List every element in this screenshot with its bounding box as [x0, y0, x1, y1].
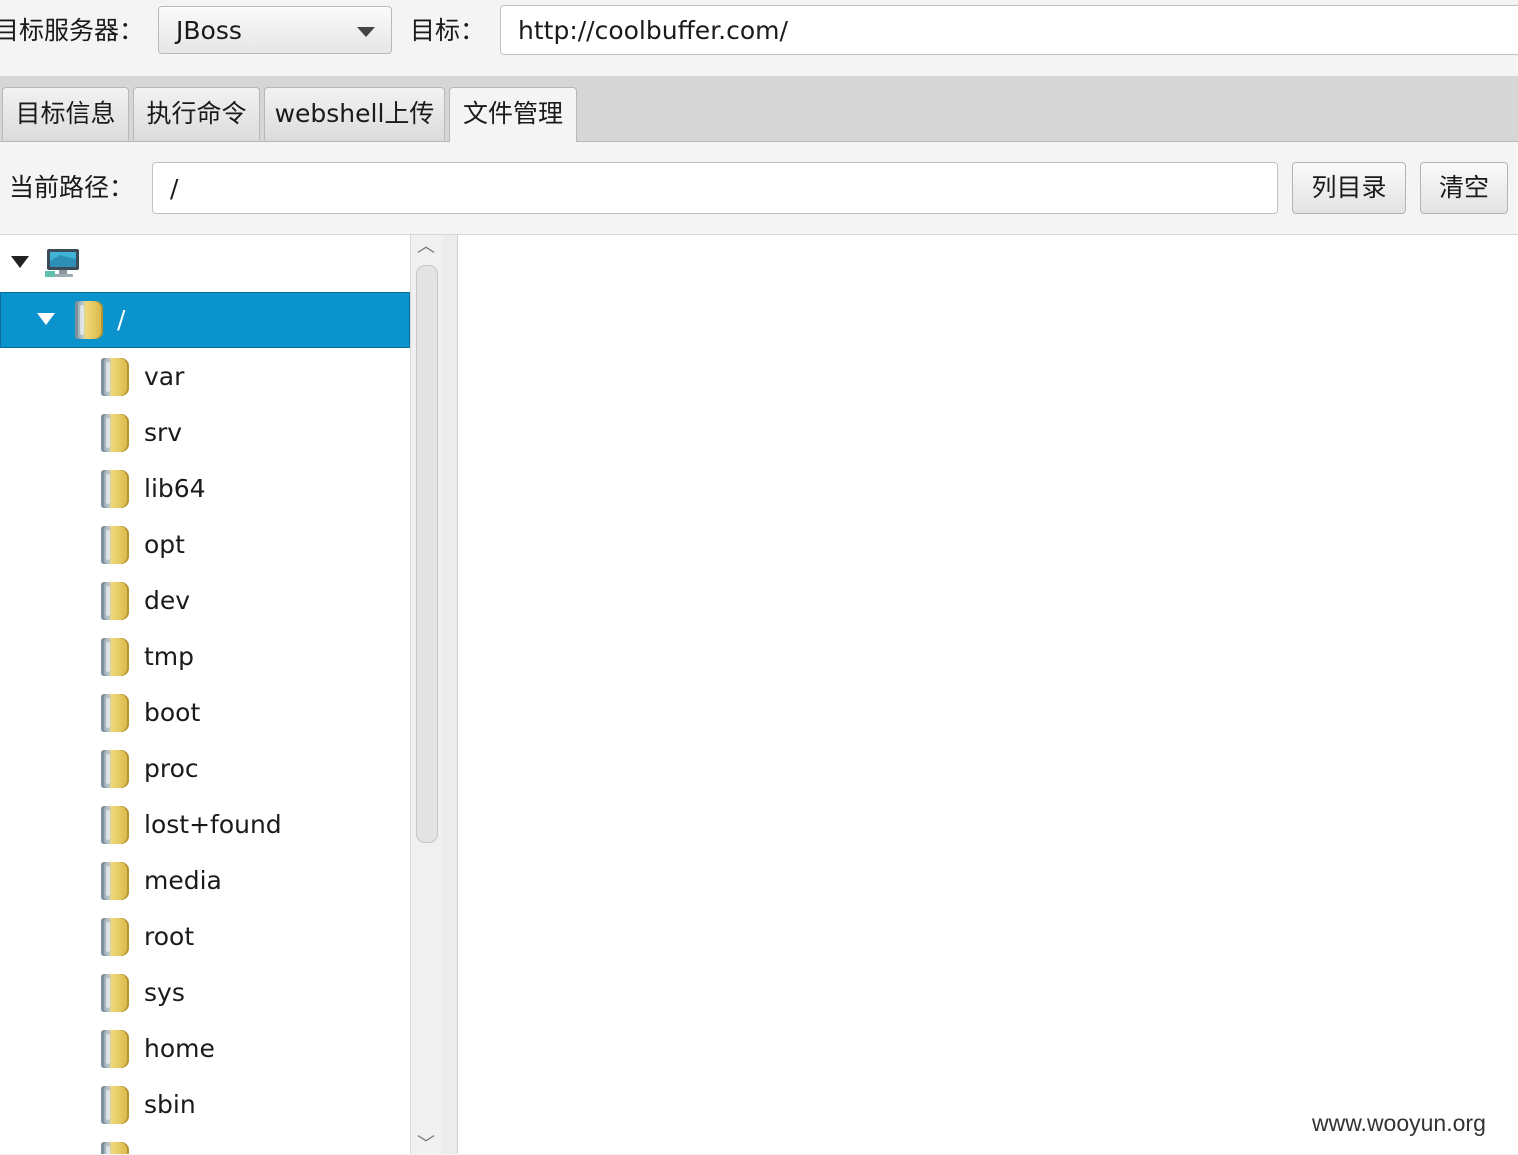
target-label: 目标：: [410, 16, 486, 45]
tab-execute-command[interactable]: 执行命令: [133, 87, 260, 140]
tab-file-management[interactable]: 文件管理: [449, 87, 577, 142]
tree-row-label: lost+found: [144, 810, 282, 839]
folder-icon: [101, 526, 129, 564]
file-content-pane: [458, 235, 1518, 1154]
folder-icon: [101, 1030, 129, 1068]
tree-row-folder[interactable]: media: [0, 853, 410, 909]
tree-row-folder[interactable]: tmp: [0, 629, 410, 685]
server-label: 目标服务器：: [0, 16, 145, 45]
folder-icon: [101, 750, 129, 788]
tree-row-folder[interactable]: sbin: [0, 1077, 410, 1133]
tab-bar: 目标信息 执行命令 webshell上传 文件管理: [0, 77, 1518, 142]
tree-row-label: dev: [144, 586, 191, 615]
current-path-label: 当前路径：: [9, 173, 135, 202]
tree-row-folder[interactable]: [0, 1133, 410, 1154]
file-tree[interactable]: / var srv lib64 opt dev tmp boot proc lost+found…: [0, 235, 410, 1154]
path-bar: 当前路径： 列目录 清空: [0, 142, 1518, 235]
tree-row-label: root: [144, 922, 195, 951]
scroll-up-icon[interactable]: ︿: [417, 237, 435, 257]
tree-row-label: home: [144, 1034, 215, 1063]
folder-icon: [101, 1086, 129, 1124]
folder-icon: [101, 470, 129, 508]
folder-icon: [101, 582, 129, 620]
tree-row-label: sys: [144, 978, 185, 1007]
folder-icon: [101, 1142, 129, 1154]
tree-row-label: boot: [144, 698, 201, 727]
folder-icon: [75, 301, 103, 339]
server-select[interactable]: JBoss: [158, 6, 392, 54]
tree-row-folder[interactable]: srv: [0, 405, 410, 461]
tab-target-info[interactable]: 目标信息: [2, 87, 129, 140]
server-select-value: JBoss: [176, 16, 242, 45]
tree-row-label: proc: [144, 754, 199, 783]
tree-row-root-folder[interactable]: /: [0, 292, 410, 348]
tree-root-row[interactable]: [0, 235, 410, 291]
tree-row-label: srv: [144, 418, 183, 447]
scroll-down-icon[interactable]: ﹀: [417, 1135, 435, 1155]
tree-row-folder[interactable]: dev: [0, 573, 410, 629]
clear-button[interactable]: 清空: [1420, 162, 1508, 214]
expand-triangle-icon[interactable]: [11, 256, 29, 268]
tree-row-label: /: [117, 305, 126, 334]
folder-icon: [101, 862, 129, 900]
tree-row-folder[interactable]: proc: [0, 741, 410, 797]
tree-row-folder[interactable]: lib64: [0, 461, 410, 517]
split-pane-divider[interactable]: [443, 235, 458, 1154]
scrollbar-thumb[interactable]: [416, 265, 438, 843]
tree-row-folder[interactable]: lost+found: [0, 797, 410, 853]
tree-row-label: media: [144, 866, 222, 895]
watermark-text: www.wooyun.org: [1312, 1110, 1486, 1136]
tree-row-folder[interactable]: var: [0, 349, 410, 405]
folder-icon: [101, 806, 129, 844]
tree-row-folder[interactable]: boot: [0, 685, 410, 741]
top-bar: 目标服务器： JBoss 目标：: [0, 0, 1518, 77]
folder-icon: [101, 694, 129, 732]
tree-row-label: var: [144, 362, 185, 391]
tree-row-folder[interactable]: home: [0, 1021, 410, 1077]
tree-row-label: sbin: [144, 1090, 196, 1119]
tree-row-label: lib64: [144, 474, 206, 503]
folder-icon: [101, 358, 129, 396]
target-url-input[interactable]: [500, 5, 1518, 55]
tree-row-label: tmp: [144, 642, 195, 671]
tree-row-folder[interactable]: opt: [0, 517, 410, 573]
computer-icon: [45, 249, 79, 277]
folder-icon: [101, 414, 129, 452]
tree-row-folder[interactable]: sys: [0, 965, 410, 1021]
folder-icon: [101, 918, 129, 956]
list-directory-button[interactable]: 列目录: [1292, 162, 1406, 214]
current-path-input[interactable]: [152, 162, 1278, 214]
tree-row-folder[interactable]: root: [0, 909, 410, 965]
tree-row-label: opt: [144, 530, 185, 559]
folder-icon: [101, 974, 129, 1012]
chevron-down-icon: [357, 27, 375, 37]
expand-triangle-icon[interactable]: [37, 313, 55, 325]
tab-webshell-upload[interactable]: webshell上传: [264, 87, 445, 140]
folder-icon: [101, 638, 129, 676]
tree-scrollbar[interactable]: ︿ ﹀: [410, 235, 443, 1155]
